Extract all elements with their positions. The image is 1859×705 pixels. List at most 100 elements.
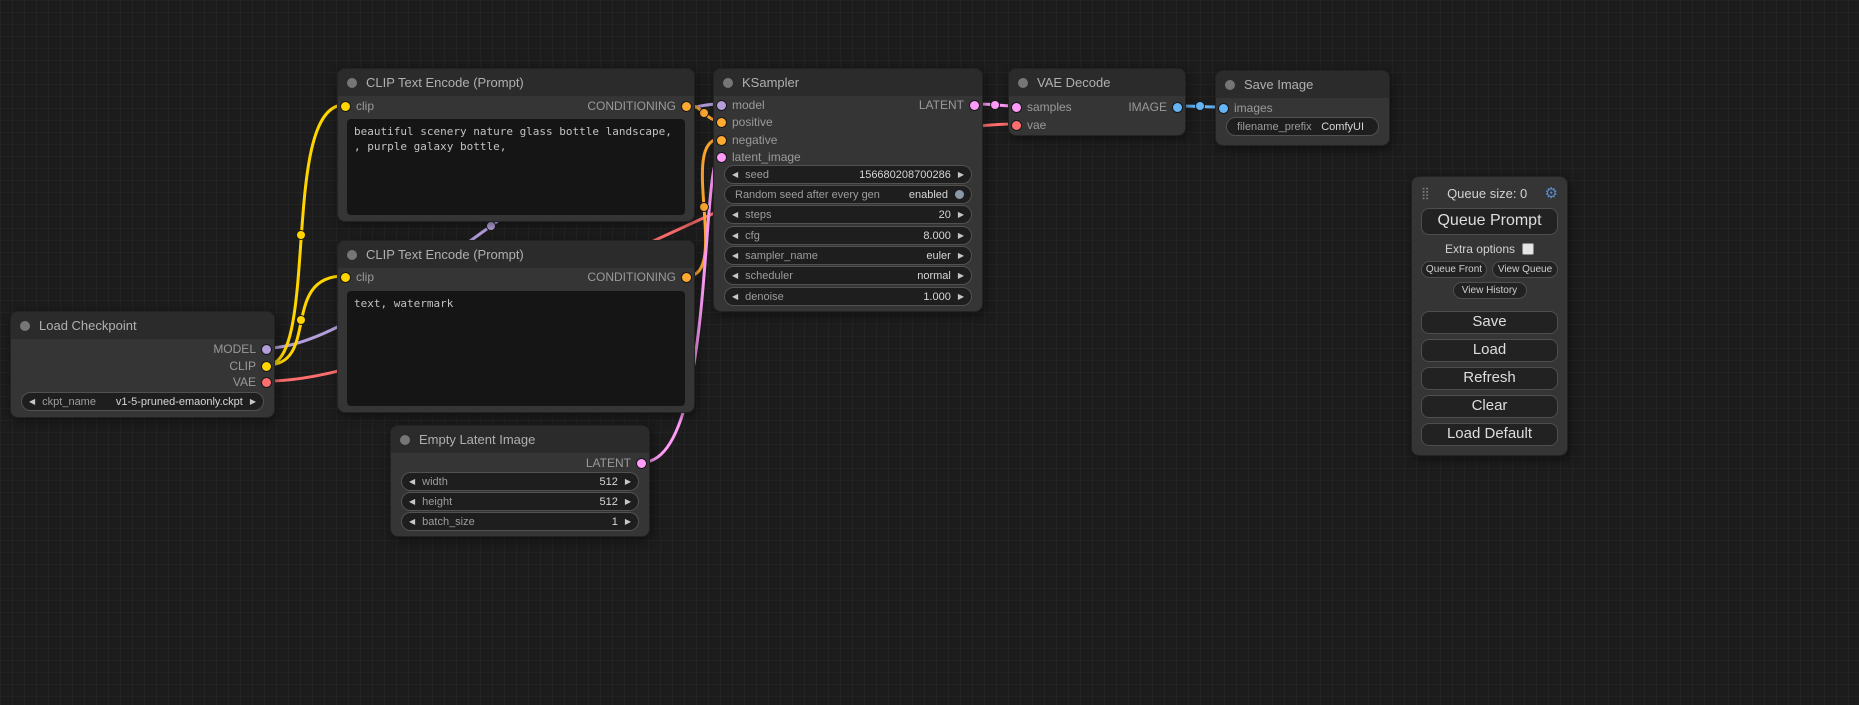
node-empty-latent-image[interactable]: Empty Latent Image LATENT ◀ width 512 ▶ … bbox=[390, 425, 650, 537]
latent-slot-dot[interactable] bbox=[717, 153, 726, 162]
collapse-dot-icon[interactable] bbox=[1225, 80, 1235, 90]
decrement-arrow-icon[interactable]: ◀ bbox=[409, 518, 415, 526]
input-slot-clip[interactable]: clip bbox=[341, 99, 374, 113]
vae-slot-dot[interactable] bbox=[262, 378, 271, 387]
queue-front-button[interactable]: Queue Front bbox=[1421, 261, 1487, 278]
collapse-dot-icon[interactable] bbox=[400, 435, 410, 445]
node-clip-text-encode-negative[interactable]: CLIP Text Encode (Prompt) clip CONDITION… bbox=[337, 240, 695, 413]
sampler-name-widget[interactable]: ◀ sampler_name euler ▶ bbox=[724, 246, 972, 265]
increment-arrow-icon[interactable]: ▶ bbox=[958, 252, 964, 260]
load-default-button[interactable]: Load Default bbox=[1421, 423, 1558, 446]
decrement-arrow-icon[interactable]: ◀ bbox=[732, 272, 738, 280]
increment-arrow-icon[interactable]: ▶ bbox=[625, 498, 631, 506]
drag-handle-icon[interactable]: ⣿ bbox=[1421, 186, 1430, 200]
increment-arrow-icon[interactable]: ▶ bbox=[958, 272, 964, 280]
denoise-widget[interactable]: ◀ denoise 1.000 ▶ bbox=[724, 287, 972, 306]
collapse-dot-icon[interactable] bbox=[347, 78, 357, 88]
latent-slot-dot[interactable] bbox=[1012, 103, 1021, 112]
collapse-dot-icon[interactable] bbox=[347, 250, 357, 260]
settings-gear-icon[interactable]: ⚙ bbox=[1545, 184, 1558, 202]
decrement-arrow-icon[interactable]: ◀ bbox=[732, 293, 738, 301]
input-slot-samples[interactable]: samples bbox=[1012, 100, 1072, 114]
increment-arrow-icon[interactable]: ▶ bbox=[625, 518, 631, 526]
decrement-arrow-icon[interactable]: ◀ bbox=[732, 232, 738, 240]
view-queue-button[interactable]: View Queue bbox=[1492, 261, 1558, 278]
decrement-arrow-icon[interactable]: ◀ bbox=[409, 478, 415, 486]
input-slot-positive[interactable]: positive bbox=[717, 115, 773, 129]
extra-options-checkbox[interactable] bbox=[1522, 243, 1534, 255]
node-title-bar[interactable]: Save Image bbox=[1216, 71, 1389, 98]
node-load-checkpoint[interactable]: Load Checkpoint MODEL CLIP VAE ◀ ckpt_na… bbox=[10, 311, 275, 418]
collapse-dot-icon[interactable] bbox=[20, 321, 30, 331]
queue-prompt-button[interactable]: Queue Prompt bbox=[1421, 208, 1558, 235]
output-slot-vae[interactable]: VAE bbox=[233, 375, 271, 389]
node-graph-canvas[interactable]: Load Checkpoint MODEL CLIP VAE ◀ ckpt_na… bbox=[0, 0, 1859, 705]
output-slot-clip[interactable]: CLIP bbox=[229, 359, 271, 373]
output-slot-model[interactable]: MODEL bbox=[213, 342, 271, 356]
cfg-widget[interactable]: ◀ cfg 8.000 ▶ bbox=[724, 226, 972, 245]
refresh-button[interactable]: Refresh bbox=[1421, 367, 1558, 390]
image-slot-dot[interactable] bbox=[1219, 104, 1228, 113]
increment-arrow-icon[interactable]: ▶ bbox=[625, 478, 631, 486]
steps-widget[interactable]: ◀ steps 20 ▶ bbox=[724, 205, 972, 224]
toggle-indicator-dot[interactable] bbox=[955, 190, 964, 199]
node-title-bar[interactable]: Load Checkpoint bbox=[11, 312, 274, 339]
view-history-button[interactable]: View History bbox=[1453, 282, 1527, 299]
node-title-bar[interactable]: CLIP Text Encode (Prompt) bbox=[338, 69, 694, 96]
output-slot-conditioning[interactable]: CONDITIONING bbox=[587, 270, 691, 284]
input-slot-vae[interactable]: vae bbox=[1012, 118, 1046, 132]
node-clip-text-encode-positive[interactable]: CLIP Text Encode (Prompt) clip CONDITION… bbox=[337, 68, 695, 222]
increment-arrow-icon[interactable]: ▶ bbox=[958, 293, 964, 301]
clip-slot-dot[interactable] bbox=[341, 273, 350, 282]
node-ksampler[interactable]: KSampler model positive negative latent_… bbox=[713, 68, 983, 312]
load-button[interactable]: Load bbox=[1421, 339, 1558, 362]
increment-arrow-icon[interactable]: ▶ bbox=[958, 211, 964, 219]
width-widget[interactable]: ◀ width 512 ▶ bbox=[401, 472, 639, 491]
collapse-dot-icon[interactable] bbox=[1018, 78, 1028, 88]
seed-widget[interactable]: ◀ seed 156680208700286 ▶ bbox=[724, 165, 972, 184]
decrement-arrow-icon[interactable]: ◀ bbox=[732, 171, 738, 179]
conditioning-slot-dot[interactable] bbox=[717, 118, 726, 127]
scheduler-widget[interactable]: ◀ scheduler normal ▶ bbox=[724, 266, 972, 285]
positive-prompt-textarea[interactable]: beautiful scenery nature glass bottle la… bbox=[347, 119, 685, 215]
random-seed-toggle-widget[interactable]: Random seed after every gen enabled bbox=[724, 185, 972, 204]
save-button[interactable]: Save bbox=[1421, 311, 1558, 334]
increment-arrow-icon[interactable]: ▶ bbox=[250, 398, 256, 406]
filename-prefix-widget[interactable]: filename_prefix ComfyUI bbox=[1226, 117, 1379, 136]
conditioning-slot-dot[interactable] bbox=[682, 273, 691, 282]
conditioning-slot-dot[interactable] bbox=[682, 102, 691, 111]
input-slot-latent-image[interactable]: latent_image bbox=[717, 150, 801, 164]
latent-slot-dot[interactable] bbox=[637, 459, 646, 468]
node-vae-decode[interactable]: VAE Decode samples vae IMAGE bbox=[1008, 68, 1186, 136]
output-slot-latent[interactable]: LATENT bbox=[586, 456, 646, 470]
batch-size-widget[interactable]: ◀ batch_size 1 ▶ bbox=[401, 512, 639, 531]
height-widget[interactable]: ◀ height 512 ▶ bbox=[401, 492, 639, 511]
node-save-image[interactable]: Save Image images filename_prefix ComfyU… bbox=[1215, 70, 1390, 146]
image-slot-dot[interactable] bbox=[1173, 103, 1182, 112]
input-slot-clip[interactable]: clip bbox=[341, 270, 374, 284]
clip-slot-dot[interactable] bbox=[262, 362, 271, 371]
output-slot-latent[interactable]: LATENT bbox=[919, 98, 979, 112]
input-slot-negative[interactable]: negative bbox=[717, 133, 777, 147]
decrement-arrow-icon[interactable]: ◀ bbox=[732, 252, 738, 260]
output-slot-image[interactable]: IMAGE bbox=[1128, 100, 1182, 114]
increment-arrow-icon[interactable]: ▶ bbox=[958, 232, 964, 240]
input-slot-images[interactable]: images bbox=[1219, 101, 1273, 115]
output-slot-conditioning[interactable]: CONDITIONING bbox=[587, 99, 691, 113]
input-slot-model[interactable]: model bbox=[717, 98, 765, 112]
model-slot-dot[interactable] bbox=[717, 101, 726, 110]
collapse-dot-icon[interactable] bbox=[723, 78, 733, 88]
ckpt-name-widget[interactable]: ◀ ckpt_name v1-5-pruned-emaonly.ckpt ▶ bbox=[21, 392, 264, 411]
increment-arrow-icon[interactable]: ▶ bbox=[958, 171, 964, 179]
conditioning-slot-dot[interactable] bbox=[717, 136, 726, 145]
decrement-arrow-icon[interactable]: ◀ bbox=[29, 398, 35, 406]
node-title-bar[interactable]: KSampler bbox=[714, 69, 982, 96]
node-title-bar[interactable]: CLIP Text Encode (Prompt) bbox=[338, 241, 694, 268]
negative-prompt-textarea[interactable]: text, watermark bbox=[347, 291, 685, 406]
vae-slot-dot[interactable] bbox=[1012, 121, 1021, 130]
node-title-bar[interactable]: Empty Latent Image bbox=[391, 426, 649, 453]
model-slot-dot[interactable] bbox=[262, 345, 271, 354]
node-title-bar[interactable]: VAE Decode bbox=[1009, 69, 1185, 96]
clip-slot-dot[interactable] bbox=[341, 102, 350, 111]
latent-slot-dot[interactable] bbox=[970, 101, 979, 110]
